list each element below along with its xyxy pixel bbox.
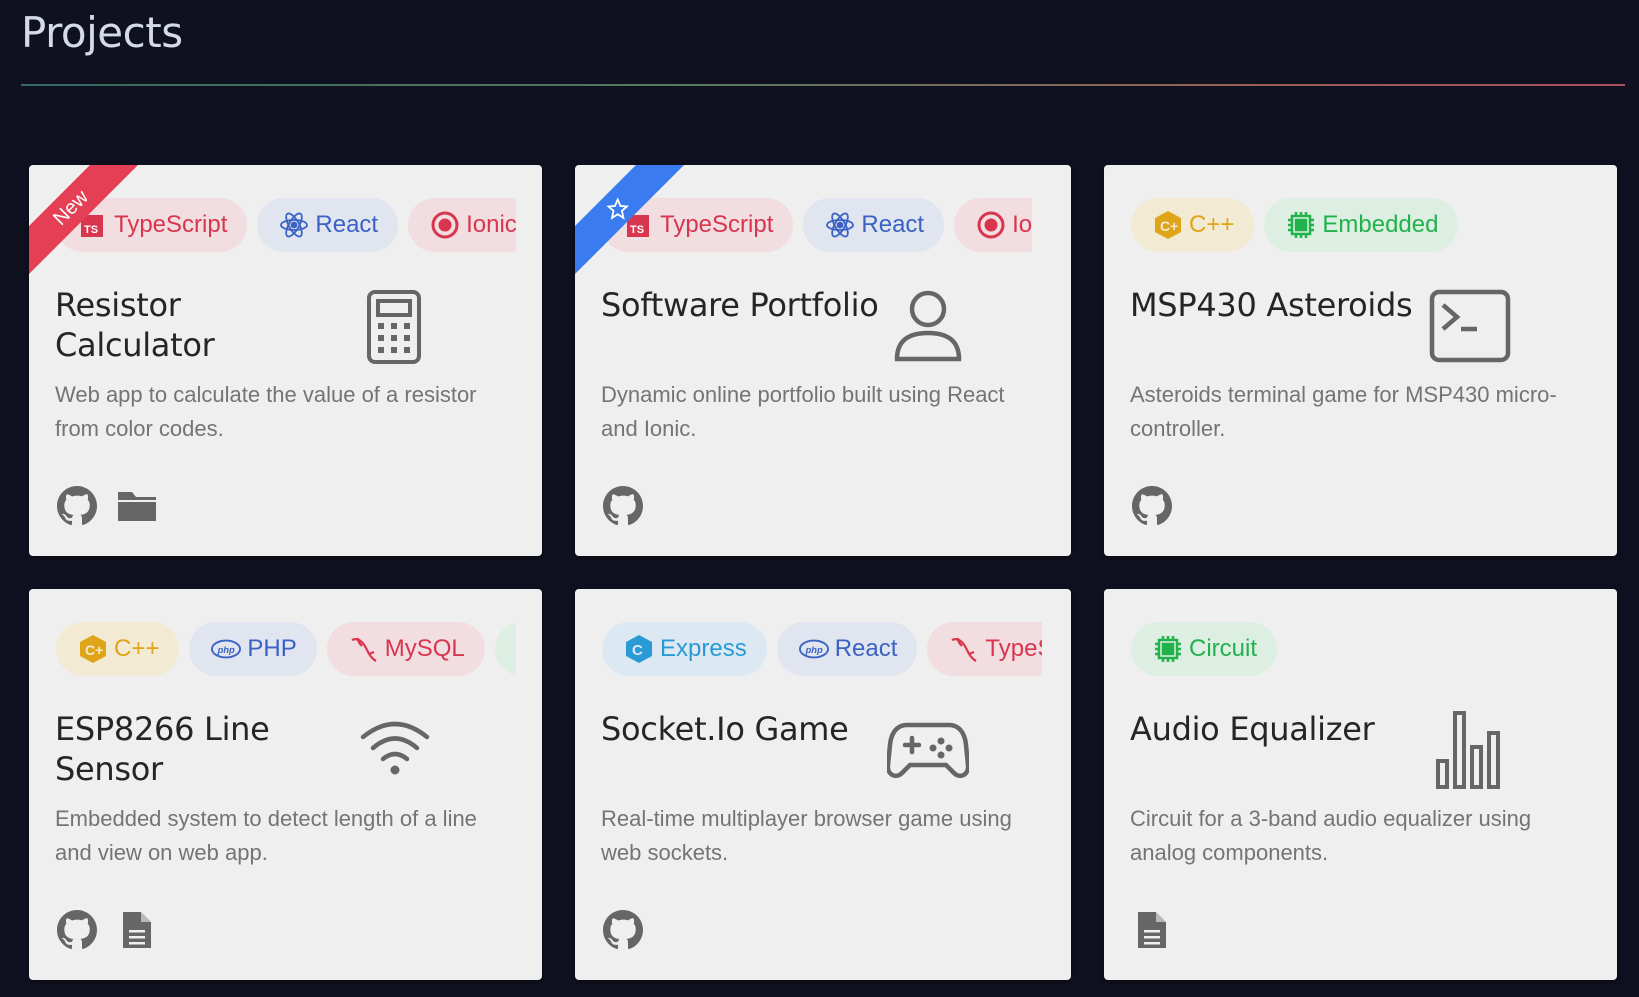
document-icon[interactable] bbox=[115, 908, 159, 952]
tag-react[interactable]: React bbox=[257, 198, 399, 252]
title-divider bbox=[21, 84, 1625, 86]
tag-embedded[interactable] bbox=[494, 622, 516, 676]
tag-label: TypeScript bbox=[660, 211, 774, 238]
svg-text:TS: TS bbox=[84, 224, 98, 236]
project-description: Real-time multiplayer browser game using… bbox=[601, 806, 1012, 865]
tag-list: C+ C++ Embedded bbox=[1131, 198, 1601, 252]
tag-list: TS TypeScript React Ionic bbox=[56, 198, 516, 252]
project-links bbox=[601, 908, 645, 952]
php-icon: php bbox=[211, 634, 242, 664]
tag-react[interactable]: React bbox=[803, 198, 945, 252]
project-title: Socket.Io Game bbox=[601, 710, 849, 748]
project-description: Asteroids terminal game for MSP430 micro… bbox=[1130, 382, 1557, 441]
tag-typescript[interactable]: TypeSc bbox=[927, 622, 1042, 676]
page-title: Projects bbox=[21, 8, 183, 57]
github-icon[interactable] bbox=[55, 908, 99, 952]
github-icon[interactable] bbox=[601, 484, 645, 528]
tag-label: Embedded bbox=[1322, 211, 1439, 238]
project-links bbox=[1130, 908, 1174, 952]
svg-text:C+: C+ bbox=[85, 642, 103, 658]
ionic-icon bbox=[430, 210, 460, 240]
project-title: Audio Equalizer bbox=[1130, 710, 1375, 748]
tag-label: MySQL bbox=[384, 635, 465, 662]
project-links bbox=[55, 484, 159, 528]
tag-list: TS TypeScript React Ionic bbox=[602, 198, 1032, 252]
project-description: Embedded system to detect length of a li… bbox=[55, 806, 477, 865]
tag-list: Circuit bbox=[1131, 622, 1591, 676]
tag-label: TypeScript bbox=[114, 211, 228, 238]
project-description: Web app to calculate the value of a resi… bbox=[55, 382, 477, 441]
tag-express[interactable]: C Express bbox=[602, 622, 767, 676]
chip-icon bbox=[1153, 634, 1183, 664]
github-icon[interactable] bbox=[601, 908, 645, 952]
project-description: Circuit for a 3-band audio equalizer usi… bbox=[1130, 806, 1532, 865]
tag-list: C+ C++ php PHP MySQL bbox=[56, 622, 516, 676]
php-icon: php bbox=[798, 634, 829, 664]
svg-text:C+: C+ bbox=[1160, 218, 1178, 234]
project-card-msp430-asteroids[interactable]: C+ C++ Embedded MSP430 Asteroids Asteroi… bbox=[1104, 165, 1617, 556]
chip-icon bbox=[1286, 210, 1316, 240]
project-title: MSP430 Asteroids bbox=[1130, 286, 1413, 324]
svg-text:TS: TS bbox=[630, 224, 644, 236]
tag-label: React bbox=[834, 635, 898, 662]
project-title: Resistor Calculator bbox=[55, 286, 215, 364]
project-description: Dynamic online portfolio built using Rea… bbox=[601, 382, 1005, 441]
project-links bbox=[1130, 484, 1174, 528]
star-icon bbox=[601, 192, 632, 223]
tag-ionic[interactable]: Ionic bbox=[954, 198, 1032, 252]
cpp-icon: C+ bbox=[78, 634, 108, 664]
svg-text:php: php bbox=[804, 645, 822, 655]
tag-php[interactable]: php PHP bbox=[189, 622, 317, 676]
react-icon bbox=[279, 210, 309, 240]
mysql-icon bbox=[949, 634, 979, 664]
mysql-icon bbox=[349, 634, 379, 664]
github-icon[interactable] bbox=[55, 484, 99, 528]
project-card-resistor-calculator[interactable]: TS TypeScript React Ionic Resistor Calcu… bbox=[29, 165, 542, 556]
terminal-icon bbox=[1429, 289, 1511, 368]
svg-text:php: php bbox=[217, 645, 235, 655]
folder-icon[interactable] bbox=[115, 484, 159, 528]
ionic-icon bbox=[976, 210, 1006, 240]
project-title: Software Portfolio bbox=[601, 286, 879, 324]
express-icon: C bbox=[624, 634, 654, 664]
tag-cpp[interactable]: C+ C++ bbox=[1131, 198, 1255, 252]
tag-label: Circuit bbox=[1189, 635, 1258, 662]
tag-label: TypeSc bbox=[985, 635, 1042, 662]
project-links bbox=[601, 484, 645, 528]
tag-label: C++ bbox=[114, 635, 160, 662]
project-card-audio-equalizer[interactable]: Circuit Audio Equalizer Circuit for a 3-… bbox=[1104, 589, 1617, 980]
react-icon bbox=[825, 210, 855, 240]
gamepad-icon bbox=[885, 721, 971, 786]
document-icon[interactable] bbox=[1130, 908, 1174, 952]
user-icon bbox=[893, 289, 963, 368]
project-card-socket-io-game[interactable]: C Express php React TypeSc Socket.Io Gam… bbox=[575, 589, 1071, 980]
tag-label: C++ bbox=[1189, 211, 1235, 238]
tag-label: PHP bbox=[247, 635, 297, 662]
tag-label: React bbox=[315, 211, 379, 238]
calculator-icon bbox=[366, 289, 422, 370]
project-card-software-portfolio[interactable]: TS TypeScript React Ionic Software Portf… bbox=[575, 165, 1071, 556]
tag-list: C Express php React TypeSc bbox=[602, 622, 1042, 676]
project-title: ESP8266 Line Sensor bbox=[55, 710, 270, 788]
tag-cpp[interactable]: C+ C++ bbox=[56, 622, 180, 676]
wifi-icon bbox=[359, 717, 431, 782]
tag-ionic[interactable]: Ionic bbox=[408, 198, 516, 252]
tag-label: React bbox=[861, 211, 925, 238]
bar-chart-icon bbox=[1434, 709, 1506, 794]
cpp-icon: C+ bbox=[1153, 210, 1183, 240]
tag-circuit[interactable]: Circuit bbox=[1131, 622, 1278, 676]
svg-text:C: C bbox=[632, 642, 643, 659]
project-card-esp8266-line-sensor[interactable]: C+ C++ php PHP MySQL ESP8266 Line Sensor… bbox=[29, 589, 542, 980]
github-icon[interactable] bbox=[1130, 484, 1174, 528]
project-links bbox=[55, 908, 159, 952]
tag-label: Express bbox=[660, 635, 747, 662]
tag-label: Ionic bbox=[1012, 211, 1032, 238]
tag-react[interactable]: php React bbox=[776, 622, 918, 676]
tag-mysql[interactable]: MySQL bbox=[326, 622, 485, 676]
tag-embedded[interactable]: Embedded bbox=[1264, 198, 1459, 252]
tag-label: Ionic bbox=[466, 211, 516, 238]
